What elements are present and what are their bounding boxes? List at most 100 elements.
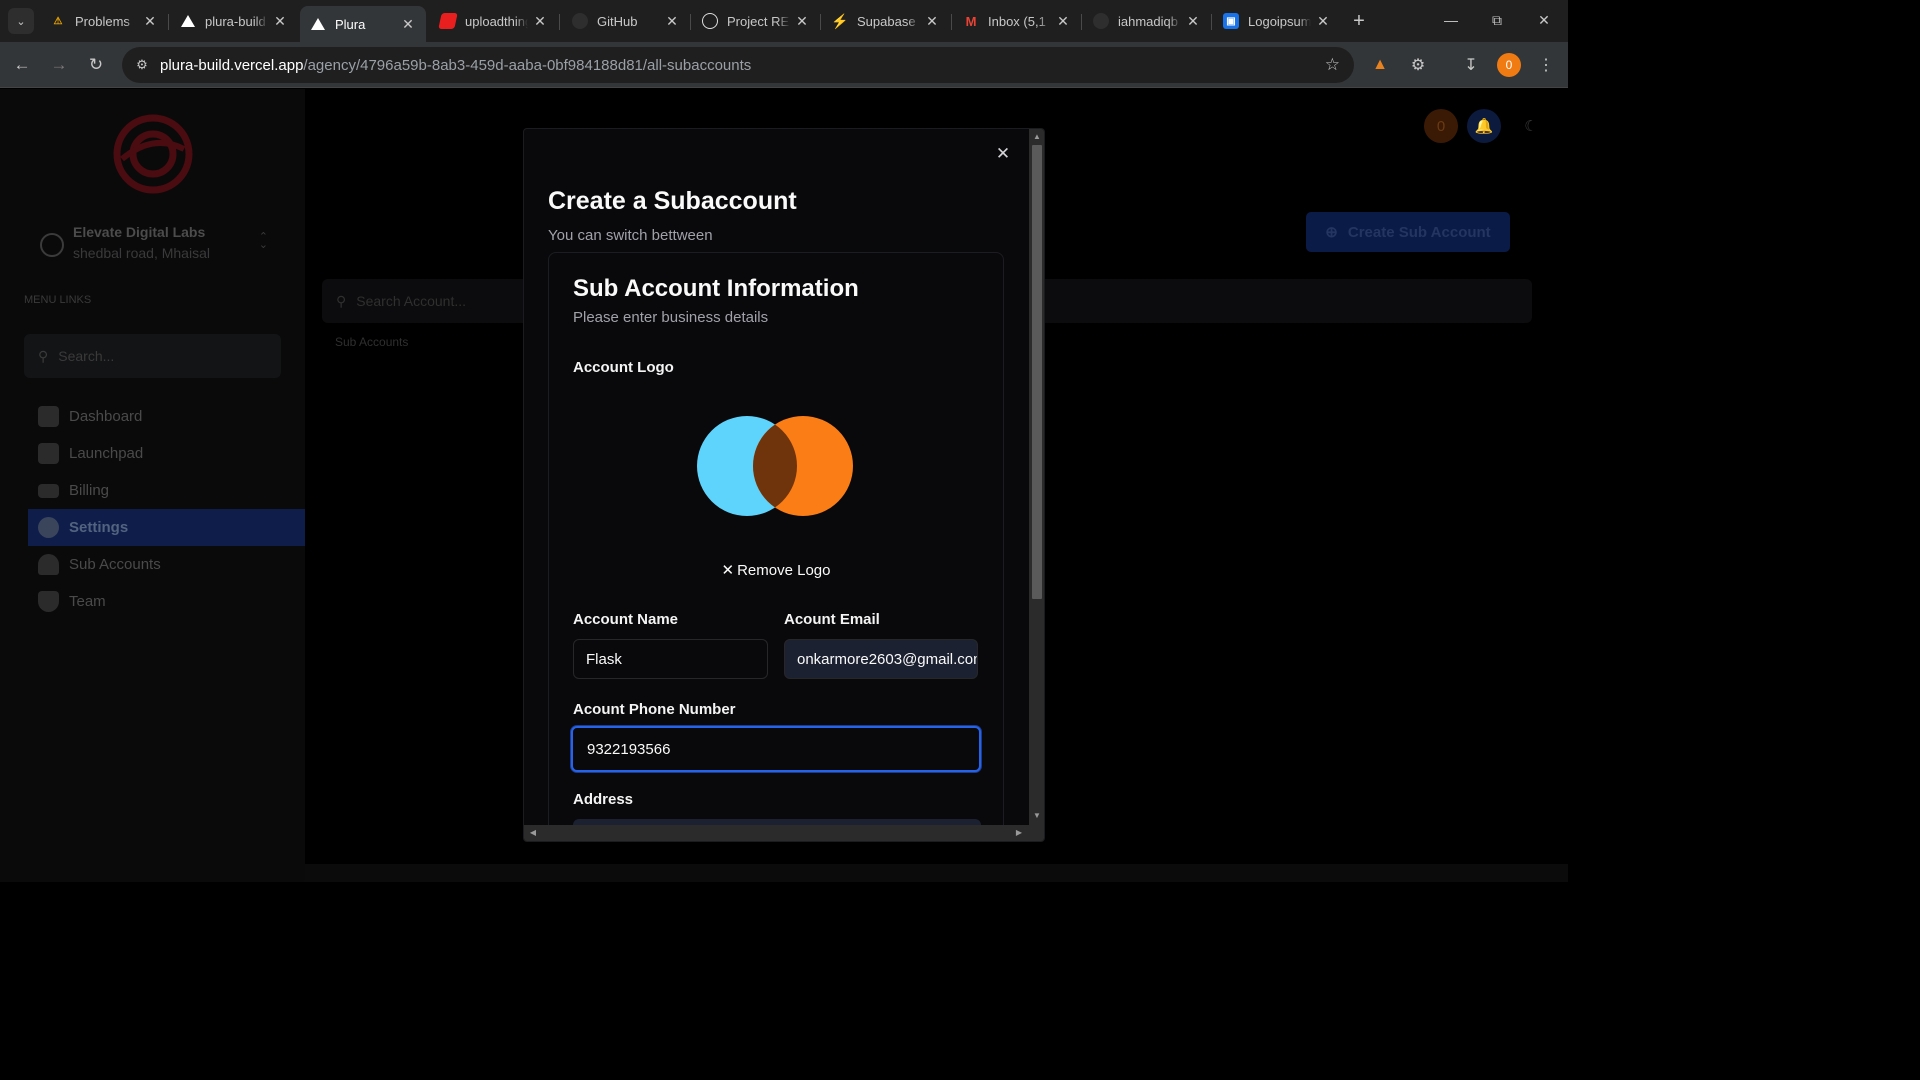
search-icon: ⚲	[336, 292, 347, 309]
extensions-icon[interactable]: ⚙	[1405, 52, 1431, 78]
close-tab-icon[interactable]: ✕	[532, 13, 548, 30]
close-tab-icon[interactable]: ✕	[924, 13, 940, 30]
browser-tab[interactable]: ⚡ Supabase ✕	[822, 6, 950, 36]
account-logo-label: Account Logo	[573, 359, 674, 376]
sub-account-info-card: Sub Account Information Please enter bus…	[548, 252, 1004, 841]
restore-icon: ⧉	[1492, 11, 1502, 28]
close-tab-icon[interactable]: ✕	[664, 13, 680, 30]
bookmark-star-icon[interactable]: ☆	[1325, 55, 1340, 75]
more-menu-icon[interactable]: ⋮	[1533, 52, 1559, 78]
credit-card-icon	[38, 483, 59, 498]
agency-switcher[interactable]: Elevate Digital Labs shedbal road, Mhais…	[38, 223, 268, 265]
close-tab-icon[interactable]: ✕	[794, 13, 810, 30]
phone-number-label: Acount Phone Number	[573, 701, 736, 718]
scroll-up-arrow-icon[interactable]: ▲	[1032, 132, 1042, 142]
address-label: Address	[573, 791, 634, 808]
metamask-icon[interactable]: ▲	[1367, 52, 1393, 78]
minimize-icon: —	[1444, 12, 1458, 28]
logoipsum-icon: ▣	[1223, 13, 1239, 29]
close-icon: ✕	[995, 144, 1011, 163]
site-settings-icon[interactable]: ⚙	[124, 47, 160, 83]
dialog-description: You can switch bettween	[548, 227, 713, 244]
arrow-left-icon: ←	[13, 55, 31, 74]
profile-avatar[interactable]: 0	[1497, 53, 1521, 77]
compass-icon	[40, 233, 64, 257]
forward-button[interactable]: →	[45, 51, 73, 79]
gmail-icon: M	[965, 13, 977, 29]
page-horizontal-scrollbar[interactable]	[305, 864, 1568, 882]
sidebar-item-settings[interactable]: Settings	[28, 509, 305, 546]
plus-circle-icon: ⊕	[1325, 224, 1338, 241]
user-avatar[interactable]: 0	[1424, 109, 1458, 143]
tab-search-button[interactable]: ⌄	[8, 8, 34, 34]
vercel-icon	[310, 16, 326, 32]
browser-tab[interactable]: Project RE ✕	[692, 6, 820, 36]
scrollbar-corner	[1029, 825, 1044, 841]
dialog-horizontal-scrollbar[interactable]: ◀ ▶	[524, 825, 1029, 841]
theme-toggle[interactable]: ☾	[1514, 109, 1548, 143]
arrow-right-icon: →	[50, 55, 68, 74]
close-icon: ✕	[721, 562, 735, 579]
close-tab-icon[interactable]: ✕	[1185, 13, 1201, 30]
scroll-down-arrow-icon[interactable]: ▼	[1032, 811, 1042, 821]
browser-tab-strip: ⌄ ⚠ Problems ✕ plura-build ✕ Plura ✕ upl…	[0, 0, 1568, 42]
address-bar[interactable]: ⚙ plura-build.vercel.app/agency/4796a59b…	[122, 47, 1354, 83]
close-icon: ✕	[1538, 11, 1550, 28]
close-tab-icon[interactable]: ✕	[400, 16, 416, 33]
restore-button[interactable]: ⧉	[1474, 0, 1520, 40]
github-icon	[572, 13, 588, 29]
card-title: Sub Account Information	[573, 275, 859, 302]
browser-tab[interactable]: plura-build ✕	[170, 6, 298, 36]
browser-tab[interactable]: iahmadiqb ✕	[1083, 6, 1211, 36]
sidebar-item-dashboard[interactable]: Dashboard	[28, 398, 305, 435]
remove-logo-button[interactable]: ✕ Remove Logo	[701, 559, 851, 581]
account-email-input[interactable]: onkarmore2603@gmail.com	[784, 639, 978, 679]
person-icon	[38, 554, 59, 575]
phone-number-input[interactable]: 9322193566	[571, 726, 981, 772]
new-tab-button[interactable]: +	[1346, 8, 1372, 34]
openai-icon	[702, 13, 718, 29]
browser-tab[interactable]: M Inbox (5,1 ✕	[953, 6, 1081, 36]
scroll-left-arrow-icon[interactable]: ◀	[528, 828, 538, 838]
browser-tab[interactable]: GitHub ✕	[562, 6, 690, 36]
close-dialog-button[interactable]: ✕	[994, 144, 1012, 163]
back-button[interactable]: ←	[8, 51, 36, 79]
gear-icon	[38, 517, 59, 538]
sidebar-item-team[interactable]: Team	[28, 583, 305, 620]
notifications-button[interactable]: 🔔	[1467, 109, 1501, 143]
close-tab-icon[interactable]: ✕	[272, 13, 288, 30]
sub-accounts-group-label: Sub Accounts	[335, 335, 409, 349]
download-icon[interactable]: ↧	[1458, 52, 1484, 78]
scrollbar-thumb[interactable]	[1032, 145, 1042, 599]
sidebar-item-billing[interactable]: Billing	[28, 472, 305, 509]
chevron-up-down-icon: ⌃ ⌄	[258, 231, 268, 251]
account-name-input[interactable]: Flask	[573, 639, 768, 679]
agency-logo	[113, 114, 193, 194]
reload-icon: ↻	[88, 55, 104, 74]
sidebar-search-input[interactable]: ⚲ Search...	[24, 334, 281, 378]
sidebar-item-sub-accounts[interactable]: Sub Accounts	[28, 546, 305, 583]
minimize-button[interactable]: —	[1428, 0, 1474, 40]
account-name-label: Account Name	[573, 611, 679, 628]
uploadthing-icon	[438, 13, 458, 29]
reload-button[interactable]: ↻	[82, 51, 110, 79]
sidebar-item-launchpad[interactable]: Launchpad	[28, 435, 305, 472]
warning-icon: ⚠	[53, 15, 63, 27]
dialog-title: Create a Subaccount	[548, 187, 797, 215]
close-tab-icon[interactable]: ✕	[1055, 13, 1071, 30]
browser-tab[interactable]: uploadthing ✕	[430, 6, 558, 36]
close-tab-icon[interactable]: ✕	[1315, 13, 1331, 30]
dashboard-icon	[38, 406, 59, 427]
scroll-right-arrow-icon[interactable]: ▶	[1014, 828, 1024, 838]
browser-tab-active[interactable]: Plura ✕	[300, 6, 426, 42]
create-sub-account-button[interactable]: ⊕ Create Sub Account	[1306, 212, 1510, 252]
close-window-button[interactable]: ✕	[1521, 0, 1567, 40]
create-subaccount-dialog: ✕ Create a Subaccount You can switch bet…	[523, 128, 1045, 842]
dialog-vertical-scrollbar[interactable]: ▲ ▼	[1029, 129, 1044, 825]
plus-icon: +	[1353, 9, 1365, 32]
browser-tab[interactable]: ⚠ Problems ✕	[40, 6, 168, 36]
shield-icon	[38, 591, 59, 612]
close-tab-icon[interactable]: ✕	[142, 13, 158, 30]
github-icon	[1093, 13, 1109, 29]
browser-tab[interactable]: ▣ Logoipsum ✕	[1213, 6, 1341, 36]
